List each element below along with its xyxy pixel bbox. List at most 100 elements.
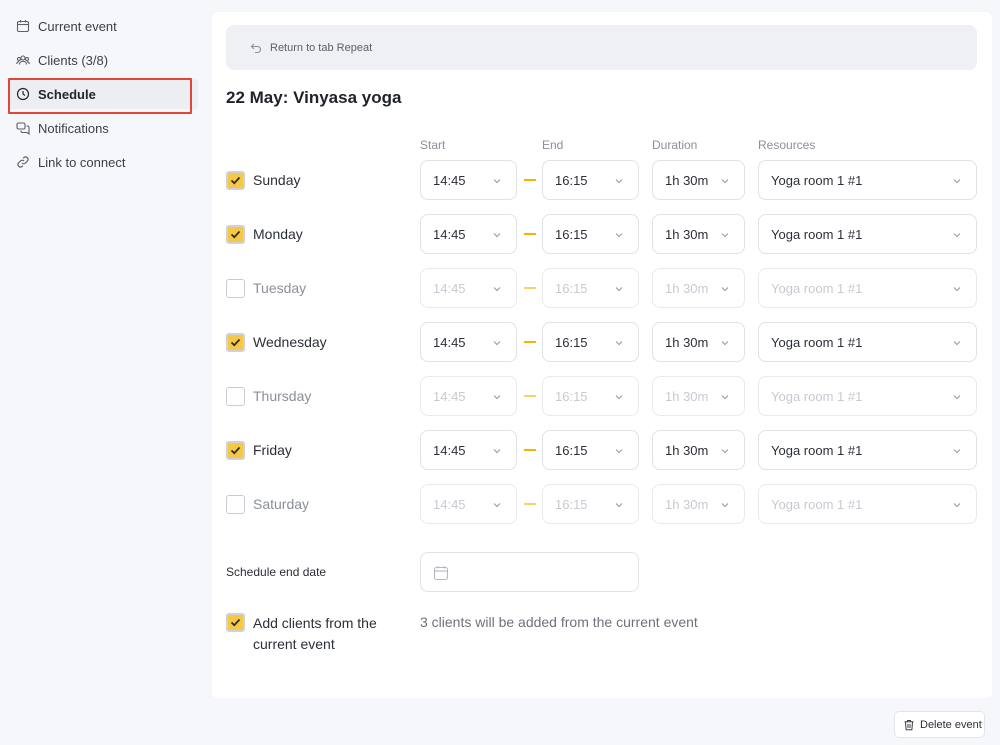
users-icon: [16, 53, 30, 67]
sidebar-item-label: Current event: [38, 18, 117, 34]
resource-value: Yoga room 1 #1: [771, 280, 863, 296]
chevron-down-icon: [614, 446, 624, 456]
end-time-value: 16:15: [555, 388, 588, 404]
day-row: Friday 14:45 16:15 1h 30m Yoga room 1 #1: [212, 430, 992, 472]
day-checkbox-friday[interactable]: [226, 441, 245, 460]
column-header-duration: Duration: [652, 138, 698, 152]
day-checkbox-thursday[interactable]: [226, 387, 245, 406]
day-checkbox-tuesday[interactable]: [226, 279, 245, 298]
time-range-dash: [524, 395, 536, 397]
resource-select[interactable]: Yoga room 1 #1: [758, 268, 977, 308]
end-time-select[interactable]: 16:15: [542, 376, 639, 416]
schedule-end-date-input[interactable]: [420, 552, 639, 592]
duration-select[interactable]: 1h 30m: [652, 160, 745, 200]
start-time-select[interactable]: 14:45: [420, 214, 517, 254]
day-label: Wednesday: [253, 334, 327, 350]
resource-value: Yoga room 1 #1: [771, 172, 863, 188]
start-time-select[interactable]: 14:45: [420, 322, 517, 362]
resource-select[interactable]: Yoga room 1 #1: [758, 376, 977, 416]
start-time-select[interactable]: 14:45: [420, 484, 517, 524]
day-checkbox-saturday[interactable]: [226, 495, 245, 514]
column-header-end: End: [542, 138, 564, 152]
resource-select[interactable]: Yoga room 1 #1: [758, 160, 977, 200]
chevron-down-icon: [720, 230, 730, 240]
chevron-down-icon: [720, 176, 730, 186]
day-label: Friday: [253, 442, 292, 458]
start-time-select[interactable]: 14:45: [420, 268, 517, 308]
sidebar-item-clients[interactable]: Clients (3/8): [8, 45, 198, 75]
end-time-select[interactable]: 16:15: [542, 484, 639, 524]
chevron-down-icon: [952, 176, 962, 186]
end-time-select[interactable]: 16:15: [542, 160, 639, 200]
sidebar-item-link-to-connect[interactable]: Link to connect: [8, 147, 198, 177]
duration-select[interactable]: 1h 30m: [652, 322, 745, 362]
duration-select[interactable]: 1h 30m: [652, 268, 745, 308]
chevron-down-icon: [720, 392, 730, 402]
start-time-value: 14:45: [433, 388, 466, 404]
resource-value: Yoga room 1 #1: [771, 496, 863, 512]
link-icon: [16, 155, 30, 169]
return-to-tab-label: Return to tab Repeat: [270, 41, 373, 54]
chevron-down-icon: [614, 338, 624, 348]
resource-select[interactable]: Yoga room 1 #1: [758, 430, 977, 470]
resource-value: Yoga room 1 #1: [771, 334, 863, 350]
chevron-down-icon: [492, 176, 502, 186]
duration-value: 1h 30m: [665, 172, 709, 188]
resource-select[interactable]: Yoga room 1 #1: [758, 322, 977, 362]
duration-select[interactable]: 1h 30m: [652, 430, 745, 470]
chevron-down-icon: [614, 284, 624, 294]
day-label: Saturday: [253, 496, 310, 512]
chat-icon: [16, 121, 30, 135]
resource-select[interactable]: Yoga room 1 #1: [758, 214, 977, 254]
time-range-dash: [524, 233, 536, 235]
chevron-down-icon: [720, 338, 730, 348]
day-checkbox-sunday[interactable]: [226, 171, 245, 190]
resource-value: Yoga room 1 #1: [771, 388, 863, 404]
start-time-select[interactable]: 14:45: [420, 160, 517, 200]
chevron-down-icon: [492, 338, 502, 348]
end-time-value: 16:15: [555, 280, 588, 296]
chevron-down-icon: [492, 230, 502, 240]
resource-value: Yoga room 1 #1: [771, 442, 863, 458]
end-time-select[interactable]: 16:15: [542, 430, 639, 470]
delete-event-button[interactable]: Delete event: [894, 711, 985, 738]
end-time-select[interactable]: 16:15: [542, 322, 639, 362]
start-time-select[interactable]: 14:45: [420, 430, 517, 470]
start-time-value: 14:45: [433, 442, 466, 458]
sidebar-item-label: Clients (3/8): [38, 52, 109, 68]
day-row: Saturday 14:45 16:15 1h 30m Yoga room 1 #1: [212, 484, 992, 526]
sidebar-item-current-event[interactable]: Current event: [8, 11, 198, 41]
delete-event-label: Delete event: [920, 718, 982, 731]
end-time-value: 16:15: [555, 496, 588, 512]
day-checkbox-wednesday[interactable]: [226, 333, 245, 352]
end-time-select[interactable]: 16:15: [542, 268, 639, 308]
chevron-down-icon: [614, 176, 624, 186]
day-row: Tuesday 14:45 16:15 1h 30m Yoga room 1 #1: [212, 268, 992, 310]
duration-value: 1h 30m: [665, 388, 709, 404]
chevron-down-icon: [952, 500, 962, 510]
end-time-value: 16:15: [555, 334, 588, 350]
schedule-end-date-label: Schedule end date: [226, 565, 327, 579]
add-clients-label: Add clients from the current event: [253, 615, 377, 652]
duration-value: 1h 30m: [665, 226, 709, 242]
chevron-down-icon: [720, 446, 730, 456]
end-time-select[interactable]: 16:15: [542, 214, 639, 254]
duration-select[interactable]: 1h 30m: [652, 214, 745, 254]
sidebar-item-notifications[interactable]: Notifications: [8, 113, 198, 143]
day-checkbox-monday[interactable]: [226, 225, 245, 244]
chevron-down-icon: [952, 284, 962, 294]
duration-select[interactable]: 1h 30m: [652, 484, 745, 524]
chevron-down-icon: [720, 500, 730, 510]
chevron-down-icon: [492, 500, 502, 510]
duration-select[interactable]: 1h 30m: [652, 376, 745, 416]
return-to-tab-button[interactable]: Return to tab Repeat: [226, 25, 977, 70]
duration-value: 1h 30m: [665, 334, 709, 350]
end-time-value: 16:15: [555, 172, 588, 188]
sidebar-item-schedule[interactable]: Schedule: [8, 78, 198, 114]
day-label: Sunday: [253, 172, 301, 188]
start-time-select[interactable]: 14:45: [420, 376, 517, 416]
day-row: Thursday 14:45 16:15 1h 30m Yoga room 1 #1: [212, 376, 992, 418]
resource-select[interactable]: Yoga room 1 #1: [758, 484, 977, 524]
resource-value: Yoga room 1 #1: [771, 226, 863, 242]
add-clients-checkbox[interactable]: [226, 613, 245, 632]
